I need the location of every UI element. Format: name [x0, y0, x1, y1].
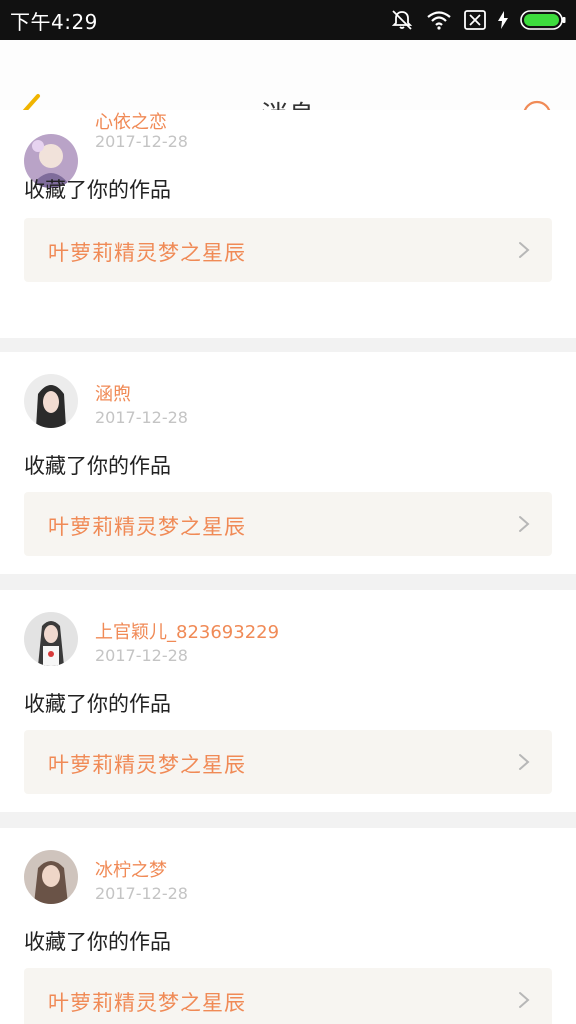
chevron-right-icon: [519, 754, 530, 770]
message-text: 收藏了你的作品: [24, 178, 171, 202]
work-title: 叶萝莉精灵梦之星辰: [48, 753, 246, 777]
no-sim-icon: [464, 10, 486, 30]
work-link[interactable]: 叶萝莉精灵梦之星辰: [24, 730, 552, 794]
user-name[interactable]: 冰柠之梦: [95, 856, 167, 882]
status-bar: 下午4:29: [0, 0, 576, 40]
wifi-icon: [427, 11, 451, 30]
user-name[interactable]: 心依之恋: [95, 108, 167, 134]
mute-icon: [391, 10, 413, 30]
user-name[interactable]: 涵煦: [95, 380, 131, 406]
message-card: 上官颖儿_823693229 2017-12-28 收藏了你的作品 叶萝莉精灵梦…: [0, 590, 576, 812]
status-time: 下午4:29: [10, 9, 98, 34]
message-card: 冰柠之梦 2017-12-28 收藏了你的作品 叶萝莉精灵梦之星辰: [0, 828, 576, 1024]
avatar[interactable]: [24, 374, 78, 428]
chevron-right-icon: [519, 242, 530, 258]
message-date: 2017-12-28: [95, 408, 188, 427]
work-link[interactable]: 叶萝莉精灵梦之星辰: [24, 218, 552, 282]
work-title: 叶萝莉精灵梦之星辰: [48, 515, 246, 539]
avatar[interactable]: [24, 850, 78, 904]
charging-icon: [498, 11, 508, 29]
work-title: 叶萝莉精灵梦之星辰: [48, 241, 246, 265]
message-date: 2017-12-28: [95, 646, 188, 665]
message-card: 涵煦 2017-12-28 收藏了你的作品 叶萝莉精灵梦之星辰: [0, 352, 576, 574]
message-date: 2017-12-28: [95, 884, 188, 903]
message-text: 收藏了你的作品: [24, 692, 171, 716]
app-screen: 下午4:29 心依之恋 2017-12-28 收藏了你的作品 叶萝莉精灵梦之星辰…: [0, 0, 576, 1024]
avatar[interactable]: [24, 612, 78, 666]
battery-icon: [520, 10, 566, 30]
status-icons: [390, 9, 566, 31]
message-card: 心依之恋 2017-12-28 收藏了你的作品 叶萝莉精灵梦之星辰: [0, 110, 576, 338]
chevron-right-icon: [519, 516, 530, 532]
work-link[interactable]: 叶萝莉精灵梦之星辰: [24, 492, 552, 556]
user-name[interactable]: 上官颖儿_823693229: [95, 618, 279, 644]
chevron-right-icon: [519, 992, 530, 1008]
message-text: 收藏了你的作品: [24, 454, 171, 478]
work-link[interactable]: 叶萝莉精灵梦之星辰: [24, 968, 552, 1024]
work-title: 叶萝莉精灵梦之星辰: [48, 991, 246, 1015]
message-text: 收藏了你的作品: [24, 930, 171, 954]
message-date: 2017-12-28: [95, 132, 188, 151]
